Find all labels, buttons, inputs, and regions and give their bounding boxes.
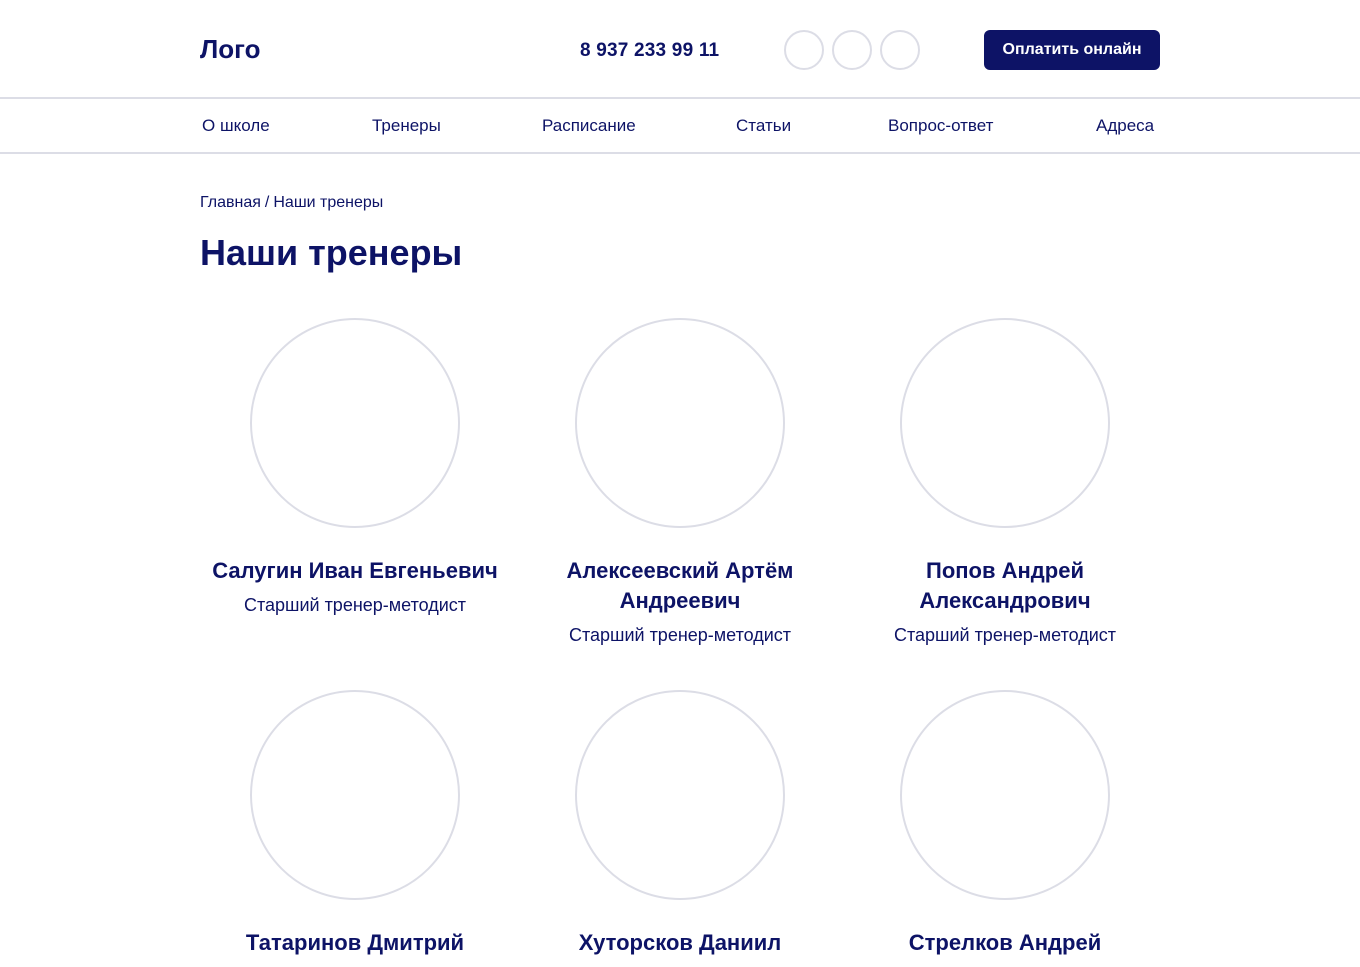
nav-item-about[interactable]: О школе — [202, 116, 270, 136]
trainer-name[interactable]: Салугин Иван Евгеньевич — [210, 556, 500, 586]
trainer-card[interactable]: Татаринов Дмитрий — [210, 690, 500, 967]
social-icon-3[interactable] — [880, 30, 920, 70]
logo[interactable]: Лого — [200, 34, 261, 65]
breadcrumb-home-link[interactable]: Главная — [200, 194, 261, 211]
trainer-card[interactable]: Хуторсков Даниил — [535, 690, 825, 967]
trainer-card[interactable]: Попов Андрей Александрович Старший трене… — [860, 318, 1150, 646]
trainer-card[interactable]: Стрелков Андрей — [860, 690, 1150, 967]
trainer-name[interactable]: Попов Андрей Александрович — [860, 556, 1150, 616]
trainer-card[interactable]: Салугин Иван Евгеньевич Старший тренер-м… — [210, 318, 500, 616]
trainer-photo[interactable] — [900, 318, 1110, 528]
social-icon-1[interactable] — [784, 30, 824, 70]
breadcrumb-current: Наши тренеры — [273, 194, 384, 211]
trainer-photo[interactable] — [250, 690, 460, 900]
trainer-role: Старший тренер-методист — [893, 625, 1117, 645]
trainer-card[interactable]: Алексеевский Артём Андреевич Старший тре… — [535, 318, 825, 646]
nav-item-addresses[interactable]: Адреса — [1096, 116, 1154, 136]
pay-online-button[interactable]: Оплатить онлайн — [984, 30, 1160, 70]
nav-item-trainers[interactable]: Тренеры — [372, 116, 441, 136]
phone-number[interactable]: 8 937 233 99 11 — [580, 40, 719, 62]
trainer-role: Старший тренер-методист — [243, 595, 467, 615]
main-nav: О школе Тренеры Расписание Статьи Вопрос… — [0, 99, 1360, 154]
trainer-role: Старший тренер-методист — [568, 625, 792, 645]
page-title: Наши тренеры — [200, 232, 463, 273]
nav-item-articles[interactable]: Статьи — [736, 116, 791, 136]
social-icon-2[interactable] — [832, 30, 872, 70]
trainer-photo[interactable] — [900, 690, 1110, 900]
trainer-photo[interactable] — [250, 318, 460, 528]
nav-item-faq[interactable]: Вопрос-ответ — [888, 116, 993, 136]
breadcrumb: Главная / Наши тренеры — [200, 194, 383, 212]
trainer-photo[interactable] — [575, 690, 785, 900]
trainer-name[interactable]: Алексеевский Артём Андреевич — [535, 556, 825, 616]
trainer-name[interactable]: Хуторсков Даниил — [535, 928, 825, 958]
trainer-photo[interactable] — [575, 318, 785, 528]
trainer-name[interactable]: Стрелков Андрей — [860, 928, 1150, 958]
header: Лого 8 937 233 99 11 Оплатить онлайн — [0, 0, 1360, 99]
breadcrumb-separator: / — [264, 194, 270, 211]
nav-item-schedule[interactable]: Расписание — [542, 116, 636, 136]
trainer-name[interactable]: Татаринов Дмитрий — [210, 928, 500, 958]
